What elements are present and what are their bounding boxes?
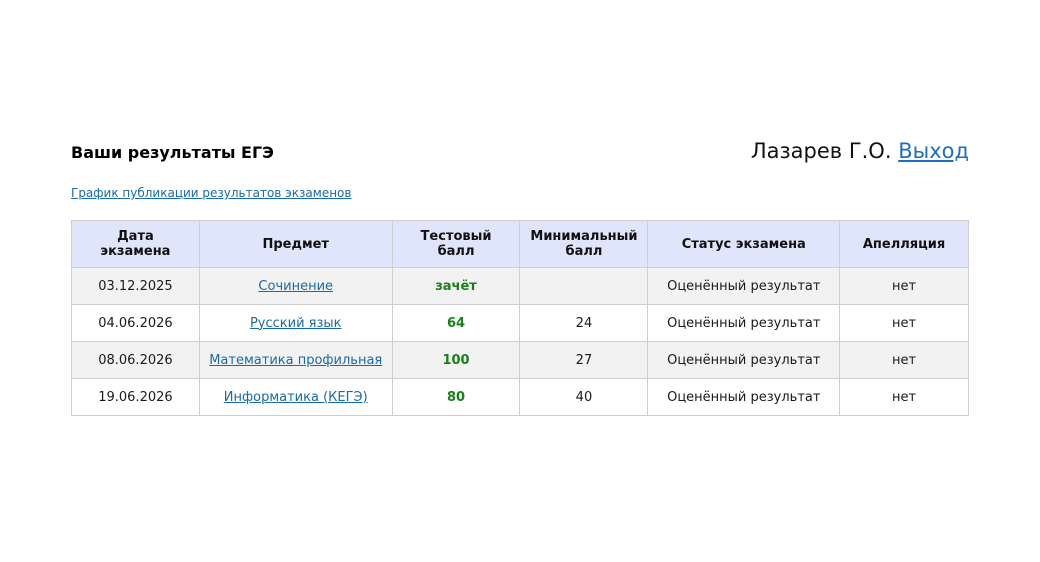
logout-link[interactable]: Выход (898, 139, 969, 163)
cell-appeal: нет (839, 341, 969, 379)
header-appeal: Апелляция (839, 220, 969, 268)
score-value: 100 (442, 352, 470, 368)
header-date: Дата экзамена (71, 220, 200, 268)
cell-appeal: нет (839, 304, 969, 342)
score-value: 64 (446, 315, 466, 331)
cell-score: зачёт (391, 267, 521, 305)
cell-min-score: 27 (519, 341, 649, 379)
cell-subject: Математика профильная (198, 341, 393, 379)
user-name: Лазарев Г.О. (750, 139, 892, 163)
cell-date: 04.06.2026 (71, 304, 200, 342)
cell-min-score: 24 (519, 304, 649, 342)
header-row: Ваши результаты ЕГЭ Лазарев Г.О. Выход (71, 137, 969, 173)
table-row: 04.06.2026 Русский язык 64 24 Оценённый … (71, 304, 969, 342)
cell-status: Оценённый результат (647, 378, 841, 416)
cell-status: Оценённый результат (647, 304, 841, 342)
cell-date: 19.06.2026 (71, 378, 200, 416)
cell-status: Оценённый результат (647, 267, 841, 305)
subject-link[interactable]: Информатика (КЕГЭ) (224, 390, 368, 405)
user-box: Лазарев Г.О. Выход (751, 139, 969, 163)
cell-date: 03.12.2025 (71, 267, 200, 305)
header-status: Статус экзамена (647, 220, 841, 268)
score-value: зачёт (435, 278, 477, 294)
table-header-row: Дата экзамена Предмет Тестовый балл Мини… (71, 220, 969, 268)
table-row: 08.06.2026 Математика профильная 100 27 … (71, 341, 969, 379)
header-test-score: Тестовый балл (391, 220, 521, 268)
cell-min-score: 40 (519, 378, 649, 416)
cell-subject: Сочинение (198, 267, 393, 305)
results-table: Дата экзамена Предмет Тестовый балл Мини… (71, 220, 969, 416)
table-row: 19.06.2026 Информатика (КЕГЭ) 80 40 Оцен… (71, 378, 969, 416)
cell-status: Оценённый результат (647, 341, 841, 379)
cell-appeal: нет (839, 378, 969, 416)
page-title: Ваши результаты ЕГЭ (71, 143, 274, 162)
subject-link[interactable]: Математика профильная (209, 353, 382, 368)
score-value: 80 (446, 389, 466, 405)
subject-link[interactable]: Сочинение (258, 279, 333, 294)
results-schedule-link[interactable]: График публикации результатов экзаменов (71, 186, 351, 200)
cell-min-score (519, 267, 649, 305)
subject-link[interactable]: Русский язык (250, 316, 342, 331)
cell-score: 100 (391, 341, 521, 379)
header-subject: Предмет (198, 220, 393, 268)
results-container: Ваши результаты ЕГЭ Лазарев Г.О. Выход Г… (71, 137, 969, 416)
table-row: 03.12.2025 Сочинение зачёт Оценённый рез… (71, 267, 969, 305)
header-min-score: Минимальный балл (519, 220, 649, 268)
cell-score: 80 (391, 378, 521, 416)
cell-subject: Русский язык (198, 304, 393, 342)
cell-date: 08.06.2026 (71, 341, 200, 379)
cell-subject: Информатика (КЕГЭ) (198, 378, 393, 416)
cell-appeal: нет (839, 267, 969, 305)
cell-score: 64 (391, 304, 521, 342)
